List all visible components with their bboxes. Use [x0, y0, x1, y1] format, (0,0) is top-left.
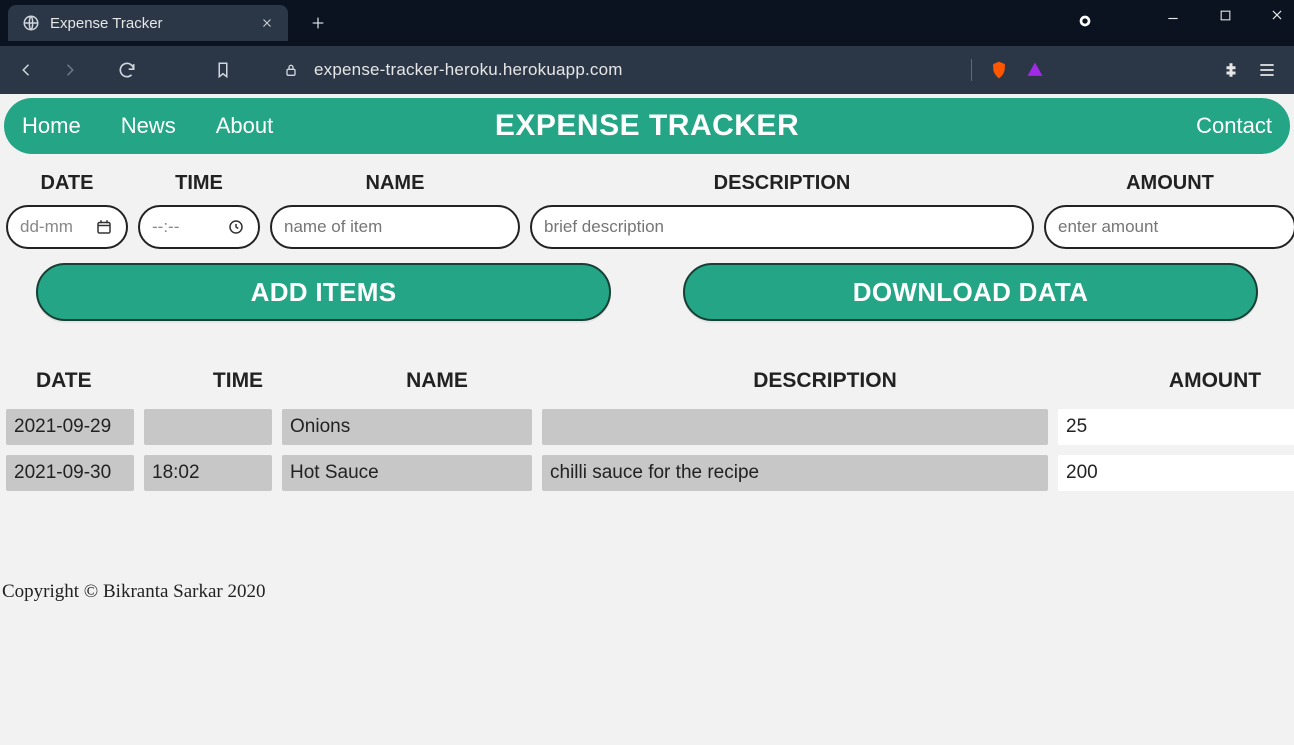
add-items-button[interactable]: ADD ITEMS: [36, 263, 611, 321]
close-icon[interactable]: [260, 16, 274, 30]
forward-button[interactable]: [58, 59, 80, 81]
back-button[interactable]: [16, 59, 38, 81]
address-bar[interactable]: expense-tracker-heroku.herokuapp.com: [282, 60, 951, 80]
browser-toolbar: expense-tracker-heroku.herokuapp.com: [0, 46, 1294, 94]
nav-contact[interactable]: Contact: [1196, 113, 1272, 138]
cell-description: chilli sauce for the recipe: [542, 455, 1048, 491]
cell-amount: 200: [1058, 455, 1294, 491]
label-date: DATE: [6, 172, 128, 195]
description-input[interactable]: [530, 205, 1034, 249]
label-amount: AMOUNT: [1044, 172, 1294, 195]
rewards-icon[interactable]: [1076, 12, 1094, 30]
page-title: EXPENSE TRACKER: [495, 109, 799, 143]
name-field[interactable]: [284, 217, 506, 237]
cell-time: 18:02: [144, 455, 272, 491]
amount-field[interactable]: [1058, 217, 1282, 237]
browser-tab[interactable]: Expense Tracker: [8, 5, 288, 41]
cell-amount: 25: [1058, 409, 1294, 445]
name-input[interactable]: [270, 205, 520, 249]
calendar-icon[interactable]: [94, 217, 114, 237]
browser-chrome: Expense Tracker: [0, 0, 1294, 94]
nav-home[interactable]: Home: [22, 113, 81, 139]
th-date: DATE: [36, 369, 164, 393]
toolbar-right: [971, 59, 1278, 81]
globe-icon: [22, 14, 40, 32]
bookmark-icon[interactable]: [212, 59, 234, 81]
amount-input[interactable]: [1044, 205, 1294, 249]
th-time: TIME: [174, 369, 302, 393]
tab-strip: Expense Tracker: [0, 0, 1294, 46]
maximize-button[interactable]: [1214, 4, 1236, 26]
menu-icon[interactable]: [1256, 59, 1278, 81]
nav-left: Home News About: [22, 113, 273, 139]
minimize-button[interactable]: [1162, 4, 1184, 26]
time-placeholder: --:--: [152, 217, 226, 237]
cell-date: 2021-09-29: [6, 409, 134, 445]
download-data-button[interactable]: DOWNLOAD DATA: [683, 263, 1258, 321]
description-field[interactable]: [544, 217, 1020, 237]
label-time: TIME: [138, 172, 260, 195]
brave-wallet-icon[interactable]: [1024, 59, 1046, 81]
cell-date: 2021-09-30: [6, 455, 134, 491]
date-input[interactable]: dd-mm: [6, 205, 128, 249]
tab-title: Expense Tracker: [50, 15, 250, 32]
page: Home News About EXPENSE TRACKER Contact …: [0, 98, 1294, 603]
cell-name: Onions: [282, 409, 532, 445]
cell-name: Hot Sauce: [282, 455, 532, 491]
window-controls: [1162, 4, 1288, 26]
url-text: expense-tracker-heroku.herokuapp.com: [314, 60, 623, 80]
nav-news[interactable]: News: [121, 113, 176, 139]
footer-text: Copyright © Bikranta Sarkar 2020: [0, 491, 1294, 603]
close-window-button[interactable]: [1266, 4, 1288, 26]
navbar: Home News About EXPENSE TRACKER Contact: [4, 98, 1290, 154]
actions: ADD ITEMS DOWNLOAD DATA: [0, 257, 1294, 329]
table-row: 2021-09-29 Onions 25: [6, 409, 1288, 445]
separator: [971, 59, 972, 81]
label-name: NAME: [270, 172, 520, 195]
nav-about[interactable]: About: [216, 113, 274, 139]
table-header: DATE TIME NAME DESCRIPTION AMOUNT: [6, 369, 1288, 399]
date-placeholder: dd-mm: [20, 217, 94, 237]
extensions-icon[interactable]: [1220, 59, 1242, 81]
new-tab-button[interactable]: [304, 9, 332, 37]
th-name: NAME: [312, 369, 562, 393]
cell-time: [144, 409, 272, 445]
cell-description: [542, 409, 1048, 445]
lock-icon: [282, 61, 300, 79]
form-row: DATE dd-mm TIME --:-- NAME: [0, 154, 1294, 257]
label-description: DESCRIPTION: [530, 172, 1034, 195]
th-description: DESCRIPTION: [572, 369, 1078, 393]
time-input[interactable]: --:--: [138, 205, 260, 249]
th-amount: AMOUNT: [1088, 369, 1294, 393]
clock-icon[interactable]: [226, 217, 246, 237]
brave-shield-icon[interactable]: [988, 59, 1010, 81]
table-row: 2021-09-30 18:02 Hot Sauce chilli sauce …: [6, 455, 1288, 491]
reload-button[interactable]: [116, 59, 138, 81]
data-table: DATE TIME NAME DESCRIPTION AMOUNT 2021-0…: [0, 329, 1294, 491]
